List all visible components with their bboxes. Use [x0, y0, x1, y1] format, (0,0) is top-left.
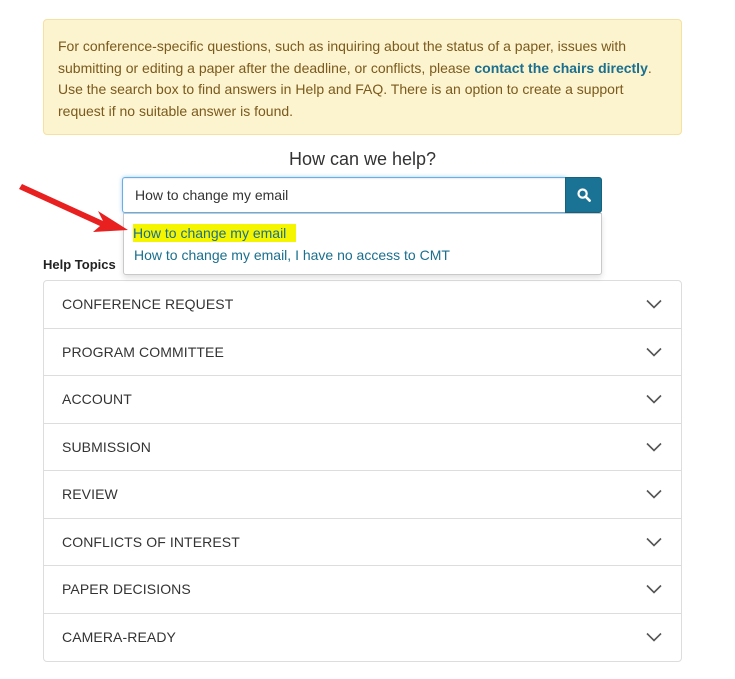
topic-conflicts-of-interest[interactable]: CONFLICTS OF INTEREST	[44, 519, 681, 566]
topic-label: SUBMISSION	[62, 438, 151, 455]
chevron-down-icon	[645, 583, 663, 595]
search-heading: How can we help?	[288, 149, 437, 169]
chevron-down-icon	[645, 631, 663, 643]
topic-label: CONFERENCE REQUEST	[62, 296, 234, 313]
suggestion-change-email-no-access[interactable]: How to change my email, I have no access…	[124, 244, 601, 266]
search-icon	[576, 188, 591, 202]
suggestion-highlight: How to change my email	[133, 224, 297, 242]
help-page: For conference-specific questions, such …	[0, 0, 735, 679]
topic-camera-ready[interactable]: CAMERA-READY	[44, 614, 681, 662]
contact-chairs-link[interactable]: contact the chairs directly	[474, 60, 648, 76]
suggestion-change-email[interactable]: How to change my email	[124, 222, 601, 244]
conference-questions-notice: For conference-specific questions, such …	[43, 19, 682, 135]
chevron-down-icon	[645, 536, 663, 548]
chevron-down-icon	[645, 488, 663, 500]
topic-program-committee[interactable]: PROGRAM COMMITTEE	[44, 329, 681, 376]
topic-account[interactable]: ACCOUNT	[44, 376, 681, 424]
search-suggestions-dropdown: How to change my email How to change my …	[123, 213, 602, 275]
topic-label: ACCOUNT	[62, 391, 132, 408]
topic-label: CONFLICTS OF INTEREST	[62, 533, 240, 550]
topic-label: PROGRAM COMMITTEE	[62, 343, 224, 360]
chevron-down-icon	[645, 393, 663, 405]
topic-review[interactable]: REVIEW	[44, 471, 681, 519]
help-topics-label: Help Topics	[43, 257, 116, 272]
chevron-down-icon	[645, 298, 663, 310]
search-input[interactable]	[122, 177, 566, 213]
search-button[interactable]	[565, 177, 602, 213]
topic-paper-decisions[interactable]: PAPER DECISIONS	[44, 566, 681, 614]
topic-label: CAMERA-READY	[62, 629, 176, 646]
topic-label: REVIEW	[62, 486, 118, 503]
help-topics-accordion: CONFERENCE REQUEST PROGRAM COMMITTEE ACC…	[43, 280, 682, 662]
topic-conference-request[interactable]: CONFERENCE REQUEST	[44, 281, 681, 329]
chevron-down-icon	[645, 346, 663, 358]
chevron-down-icon	[645, 441, 663, 453]
topic-label: PAPER DECISIONS	[62, 581, 191, 598]
topic-submission[interactable]: SUBMISSION	[44, 424, 681, 471]
